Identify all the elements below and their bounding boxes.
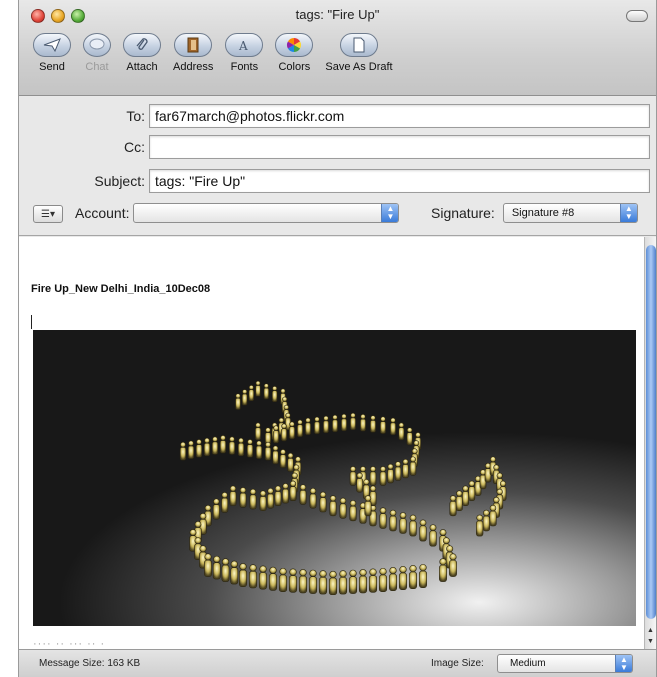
draft-document-icon <box>339 33 378 57</box>
chat-label: Chat <box>85 61 109 73</box>
signature-row: Signature: Signature #8 ▲ ▼ <box>431 202 638 224</box>
message-body[interactable]: Fire Up_New Delhi_India_10Dec08 ···· ·· … <box>19 237 646 649</box>
cut-off-caption: ···· ·· ··· ·· · <box>33 638 106 649</box>
text-cursor <box>31 315 32 329</box>
to-label: To: <box>126 108 145 124</box>
image-size-popup[interactable]: Medium ▲ ▼ <box>497 654 633 673</box>
save-as-draft-button[interactable]: Save As Draft <box>325 33 393 73</box>
fonts-icon: A <box>225 33 264 57</box>
popup-stepper-icon: ▲ ▼ <box>615 655 632 672</box>
to-row: To: far67march@photos.flickr.com <box>19 104 650 128</box>
account-popup[interactable]: ▲ ▼ <box>133 203 400 223</box>
attached-photo[interactable] <box>33 330 636 626</box>
send-icon <box>33 33 71 57</box>
cc-field[interactable] <box>149 135 650 159</box>
paperclip-icon <box>123 33 161 57</box>
colors-label: Colors <box>278 61 311 73</box>
chat-icon <box>83 33 111 57</box>
popup-stepper-icon: ▲ ▼ <box>381 204 399 222</box>
signature-popup[interactable]: Signature #8 ▲ ▼ <box>502 203 638 223</box>
title-toolbar: tags: "Fire Up" Send Chat Attach Address… <box>19 0 656 96</box>
address-button[interactable]: Address <box>173 33 213 73</box>
subject-row: Subject: tags: "Fire Up" <box>19 169 650 193</box>
image-size-value: Medium <box>510 658 546 669</box>
address-label: Address <box>173 61 214 73</box>
subject-label: Subject: <box>94 173 145 189</box>
mail-compose-window: tags: "Fire Up" Send Chat Attach Address… <box>18 0 657 677</box>
svg-text:A: A <box>238 39 248 52</box>
scroll-thumb[interactable] <box>646 245 656 619</box>
attach-label: Attach <box>126 61 158 73</box>
subject-field[interactable]: tags: "Fire Up" <box>149 169 650 193</box>
scroll-arrows-icon[interactable]: ▲ ▼ <box>645 625 656 649</box>
vertical-scrollbar[interactable]: ▲ ▼ <box>644 237 656 649</box>
status-bar: Message Size: 163 KB Image Size: Medium … <box>19 649 656 677</box>
attach-button[interactable]: Attach <box>123 33 161 73</box>
popup-stepper-icon: ▲ ▼ <box>619 204 637 222</box>
colors-button[interactable]: Colors <box>275 33 314 73</box>
cc-label: Cc: <box>124 139 145 155</box>
cc-row: Cc: <box>19 135 650 159</box>
people-formation-image <box>179 380 507 596</box>
account-label: Account: <box>75 205 130 221</box>
toolbar-toggle-button[interactable] <box>626 10 648 22</box>
message-header: To: far67march@photos.flickr.com Cc: Sub… <box>19 97 656 236</box>
fonts-label: Fonts <box>230 61 259 73</box>
message-size: Message Size: 163 KB <box>39 658 141 669</box>
account-row: Account: ▲ ▼ <box>75 202 400 224</box>
chat-button: Chat <box>83 33 111 73</box>
send-button[interactable]: Send <box>33 33 71 73</box>
save-as-draft-label: Save As Draft <box>325 61 393 73</box>
header-options-menu[interactable]: ☰▾ <box>33 205 63 223</box>
list-icon: ☰▾ <box>41 208 55 220</box>
color-wheel-icon <box>275 33 314 57</box>
image-size-label: Image Size: <box>431 658 484 669</box>
send-label: Send <box>39 61 65 73</box>
address-book-icon <box>174 33 213 57</box>
message-heading: Fire Up_New Delhi_India_10Dec08 <box>31 283 211 295</box>
fonts-button[interactable]: A Fonts <box>225 33 264 73</box>
toolbar: Send Chat Attach Address A Fonts Colors … <box>33 33 405 73</box>
to-field[interactable]: far67march@photos.flickr.com <box>149 104 650 128</box>
signature-label: Signature: <box>431 205 495 221</box>
window-title: tags: "Fire Up" <box>295 7 380 22</box>
signature-value: Signature #8 <box>511 207 575 219</box>
